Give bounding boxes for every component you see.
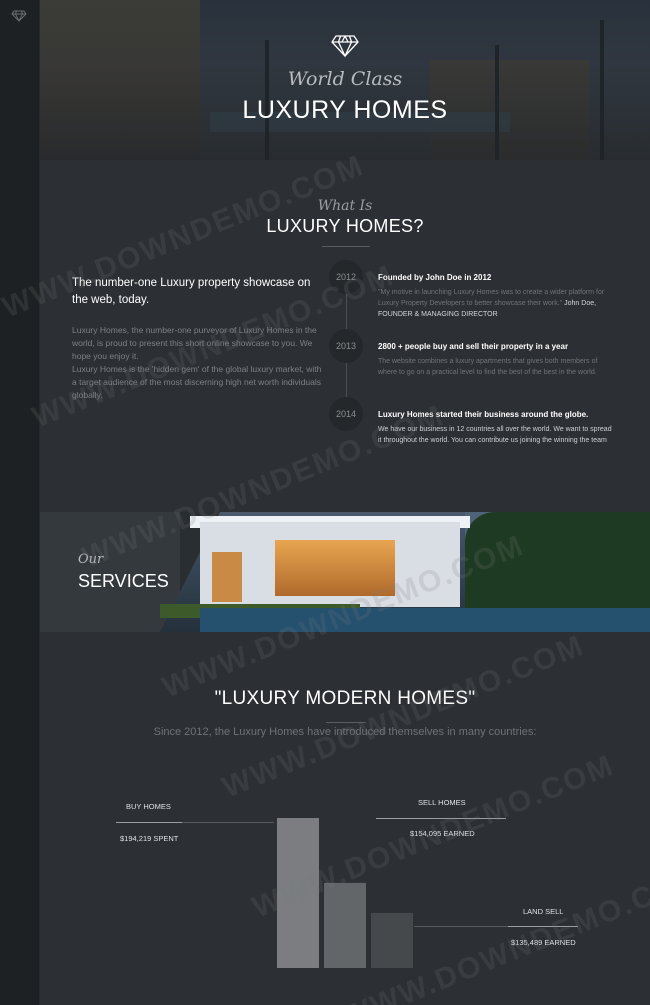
about-body: Luxury Homes, the number-one purveyor of… bbox=[72, 325, 322, 400]
hero-subtitle: World Class bbox=[287, 68, 403, 90]
timeline-year-2013: 2013 bbox=[329, 329, 363, 363]
chart-bar-buy-homes bbox=[277, 818, 319, 968]
timeline-heading: Luxury Homes started their business arou… bbox=[378, 410, 589, 419]
timeline-year-2012: 2012 bbox=[329, 260, 363, 294]
timeline-text: "My motive in launching Luxury Homes was… bbox=[378, 289, 605, 318]
about-heading: The number-one Luxury property showcase … bbox=[72, 277, 311, 306]
sidebar bbox=[0, 0, 40, 1005]
modern-subtitle: Since 2012, the Luxury Homes have introd… bbox=[153, 726, 537, 738]
chart-category-label: BUY HOMES bbox=[126, 802, 171, 811]
timeline-text: We have our business in 12 countries all… bbox=[378, 426, 612, 444]
chart-value-label: $194,219 SPENT bbox=[120, 834, 179, 843]
modern-title: "LUXURY MODERN HOMES" bbox=[214, 688, 476, 709]
hero-banner: World Class LUXURY HOMES bbox=[40, 0, 650, 160]
chart-value-label: $135,489 EARNED bbox=[511, 938, 576, 947]
timeline-year-2014: 2014 bbox=[329, 397, 363, 431]
services-subtitle: Our bbox=[78, 552, 104, 567]
diamond-logo-icon[interactable] bbox=[11, 10, 27, 22]
about-title-divider bbox=[322, 246, 370, 247]
services-title[interactable]: SERVICES bbox=[78, 571, 169, 592]
chart-category-label: SELL HOMES bbox=[418, 798, 466, 807]
about-title: LUXURY HOMES? bbox=[266, 216, 424, 236]
timeline-heading: Founded by John Doe in 2012 bbox=[378, 273, 492, 282]
diamond-icon bbox=[331, 35, 359, 58]
chart-category-label: LAND SELL bbox=[523, 907, 564, 916]
chart-value-label: $154,095 EARNED bbox=[410, 829, 475, 838]
about-subtitle: What Is bbox=[317, 198, 373, 214]
timeline-heading: 2800 + people buy and sell their propert… bbox=[378, 342, 569, 351]
chart-bar-land-sell bbox=[371, 912, 413, 968]
chart-bar-sell-homes bbox=[324, 882, 366, 968]
modern-title-divider bbox=[326, 722, 366, 723]
hero-title: LUXURY HOMES bbox=[242, 96, 448, 124]
timeline-text: The website combines a luxury apartments… bbox=[378, 358, 598, 376]
